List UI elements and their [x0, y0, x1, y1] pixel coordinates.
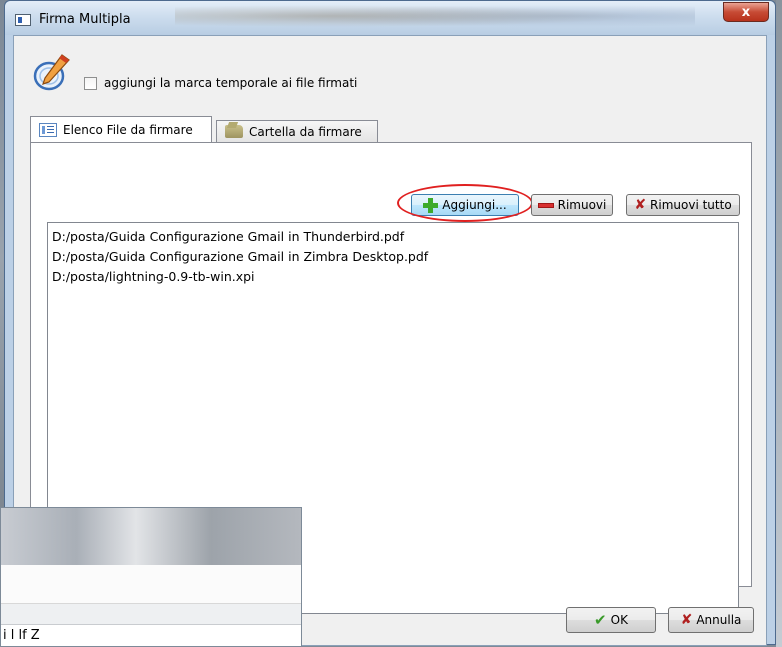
- tab-elenco-file[interactable]: Elenco File da firmare: [30, 116, 212, 142]
- ok-button[interactable]: ✔ OK: [566, 607, 656, 633]
- timestamp-checkbox[interactable]: [84, 76, 97, 90]
- add-button[interactable]: Aggiungi...: [411, 194, 519, 216]
- background-window-fragment[interactable]: i l lf Z: [0, 507, 302, 647]
- timestamp-checkbox-label[interactable]: aggiungi la marca temporale ai file firm…: [104, 76, 357, 90]
- folder-icon: [225, 125, 243, 138]
- background-window-titlebar: [1, 508, 301, 565]
- checkmark-icon: ✔: [594, 611, 607, 629]
- title-bar[interactable]: Firma Multipla x: [5, 1, 775, 35]
- list-item[interactable]: D:/posta/Guida Configurazione Gmail in T…: [52, 229, 404, 244]
- background-window-text: i l lf Z: [3, 628, 40, 643]
- ok-button-label: OK: [610, 613, 628, 627]
- list-item[interactable]: D:/posta/Guida Configurazione Gmail in Z…: [52, 249, 428, 264]
- cancel-button-label: Annulla: [696, 613, 742, 627]
- app-window-icon: [15, 14, 31, 26]
- tab-label: Cartella da firmare: [249, 124, 362, 139]
- plus-icon: [423, 197, 439, 213]
- signature-pen-icon: [33, 54, 70, 91]
- cancel-button[interactable]: ✘ Annulla: [668, 607, 754, 633]
- add-button-label: Aggiungi...: [442, 198, 507, 212]
- window-title: Firma Multipla: [39, 12, 131, 27]
- close-button[interactable]: x: [723, 2, 769, 22]
- list-icon: [39, 122, 57, 137]
- tab-cartella[interactable]: Cartella da firmare: [216, 120, 378, 142]
- background-window-header: [1, 604, 301, 625]
- delete-x-icon: ✘: [634, 197, 647, 213]
- list-item[interactable]: D:/posta/lightning-0.9-tb-win.xpi: [52, 269, 255, 284]
- remove-all-button[interactable]: ✘ Rimuovi tutto: [626, 194, 740, 216]
- close-icon: x: [741, 5, 751, 20]
- background-window-toolbar: [1, 565, 301, 604]
- cancel-x-icon: ✘: [680, 612, 693, 628]
- remove-all-button-label: Rimuovi tutto: [650, 198, 732, 212]
- tab-label: Elenco File da firmare: [63, 122, 193, 137]
- minus-icon: [537, 202, 554, 208]
- timestamp-option: aggiungi la marca temporale ai file firm…: [84, 76, 357, 90]
- remove-button-label: Rimuovi: [557, 198, 607, 212]
- desktop-background-right: [776, 0, 782, 647]
- title-bar-glass: [175, 3, 695, 29]
- remove-button[interactable]: Rimuovi: [531, 194, 613, 216]
